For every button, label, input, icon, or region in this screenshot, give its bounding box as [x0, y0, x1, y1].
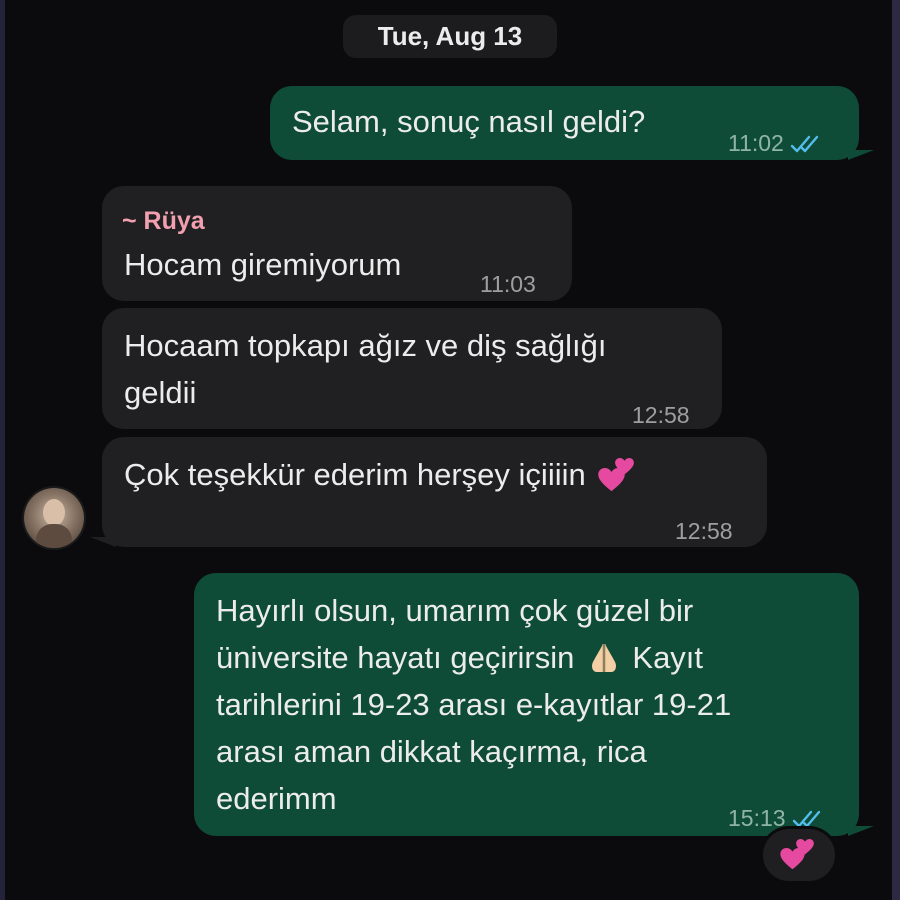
outgoing-message-2[interactable]: Hayırlı olsun, umarım çok güzel bir üniv…: [194, 573, 859, 836]
message-meta: 11:02: [728, 122, 822, 165]
bubble-tail: [848, 826, 874, 836]
date-separator: Tue, Aug 13: [343, 15, 557, 58]
message-line: ederimm: [216, 781, 337, 816]
right-edge: [892, 0, 900, 900]
message-line: üniversite hayatı geçirirsin Kayıt: [216, 636, 703, 679]
message-line-part: üniversite hayatı geçirirsin: [216, 640, 575, 675]
message-line-part: Kayıt: [632, 640, 704, 675]
double-check-icon: [790, 134, 822, 154]
incoming-message-2[interactable]: Hocaam topkapı ağız ve diş sağlığı geldi…: [102, 308, 722, 429]
message-time: 11:02: [728, 130, 784, 156]
two-hearts-icon: [598, 458, 640, 492]
sender-name[interactable]: ~ Rüya: [122, 200, 205, 243]
double-check-icon: [792, 809, 824, 829]
left-edge: [0, 0, 5, 900]
message-text: Hocam giremiyorum: [124, 247, 402, 282]
message-line: geldii: [124, 375, 197, 410]
incoming-message-3[interactable]: Çok teşekkür ederim herşey içiiiin 12:58: [102, 437, 767, 547]
message-text-content: Çok teşekkür ederim herşey içiiiin: [124, 457, 586, 492]
bubble-tail: [90, 537, 116, 547]
message-time: 12:58: [632, 402, 690, 428]
incoming-message-1[interactable]: ~ Rüya Hocam giremiyorum 11:03: [102, 186, 572, 301]
contact-avatar[interactable]: [24, 488, 84, 548]
message-line: Hayırlı olsun, umarım çok güzel bir: [216, 593, 694, 628]
message-line: Hocaam topkapı ağız ve diş sağlığı: [124, 328, 607, 363]
message-line: arası aman dikkat kaçırma, rica: [216, 734, 647, 769]
avatar-body: [36, 524, 72, 548]
message-time: 11:03: [480, 271, 536, 297]
two-hearts-icon: [780, 839, 818, 871]
message-text: Selam, sonuç nasıl geldi?: [292, 104, 646, 139]
message-text: Çok teşekkür ederim herşey içiiiin: [124, 453, 640, 496]
folded-hands-icon: [592, 643, 617, 672]
avatar-face: [43, 499, 65, 526]
message-line: tarihlerini 19-23 arası e-kayıtlar 19-21: [216, 687, 732, 722]
bubble-tail: [848, 150, 874, 160]
reaction-badge[interactable]: [763, 829, 835, 881]
outgoing-message-1[interactable]: Selam, sonuç nasıl geldi? 11:02: [270, 86, 859, 160]
message-time: 12:58: [675, 518, 733, 544]
